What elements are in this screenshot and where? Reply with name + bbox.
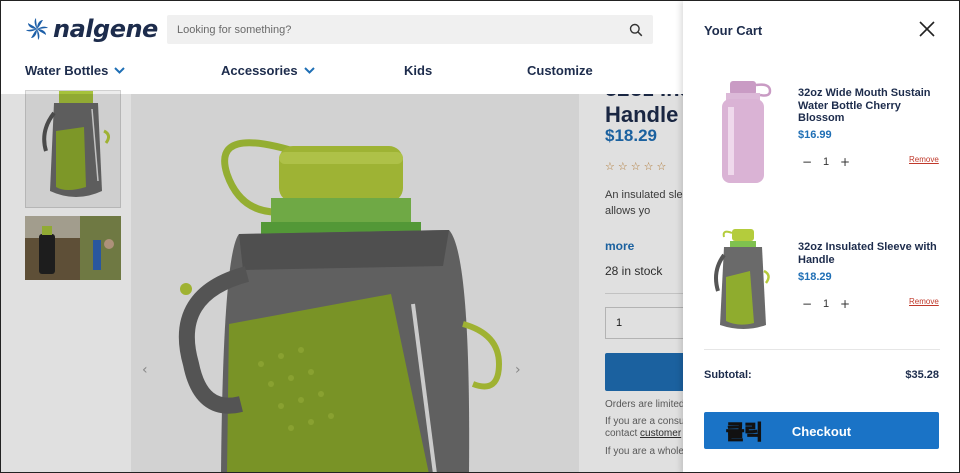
product-thumbnail[interactable] (25, 216, 121, 280)
nav-item-label: Customize (527, 63, 593, 78)
product-title: 32oz Ins Handle (605, 94, 685, 128)
quantity-stepper: − 1 + (800, 155, 852, 169)
search-icon[interactable] (629, 23, 643, 37)
nalgene-logo[interactable]: nalgene (25, 15, 158, 43)
rating-stars[interactable]: ☆☆☆☆☆ (605, 160, 669, 173)
logo-wordmark: nalgene (53, 15, 158, 43)
remove-item-link[interactable]: Remove (909, 155, 939, 164)
insulated-sleeve-image (131, 94, 579, 472)
nav-item-accessories[interactable]: Accessories (221, 63, 315, 78)
divider (605, 293, 685, 294)
purchase-notes: Orders are limited If you are a consu co… (605, 399, 685, 458)
nav-item-label: Water Bottles (25, 63, 109, 78)
customer-service-link[interactable]: customer (640, 428, 681, 439)
chevron-down-icon (114, 67, 126, 74)
decrement-button[interactable]: − (800, 155, 814, 169)
pinwheel-logo-icon (26, 18, 48, 40)
nav-item-kids[interactable]: Kids (404, 63, 432, 78)
note-contact: contact customer (605, 428, 685, 440)
search-bar (167, 15, 653, 44)
lifestyle-thumbnail-image (25, 216, 121, 280)
product-page: nalgene Water Bottles Accessories Kids C (0, 0, 960, 473)
checkout-label: Checkout (791, 424, 852, 439)
note-wholesale: If you are a whole (605, 446, 684, 457)
read-more-link[interactable]: more (605, 239, 634, 253)
search-input[interactable] (177, 23, 629, 36)
product-content: ‹ › 32oz Ins Handle $18.29 ☆☆☆☆☆ An insu… (1, 90, 685, 472)
product-price: $18.29 (605, 126, 657, 145)
quantity-stepper: − 1 + (800, 297, 852, 311)
stock-status: 28 in stock (605, 264, 663, 278)
quantity-value[interactable]: 1 (814, 298, 838, 310)
checkout-button[interactable]: 클릭 Checkout (704, 412, 939, 449)
cart-item-image[interactable] (704, 221, 784, 341)
main-nav: Water Bottles Accessories Kids Customize (1, 63, 681, 83)
increment-button[interactable]: + (838, 155, 852, 169)
prev-image-arrow[interactable]: ‹ (142, 362, 148, 378)
remove-item-link[interactable]: Remove (909, 297, 939, 306)
add-to-cart-button[interactable] (605, 353, 685, 391)
note-limit: Orders are limited (605, 399, 685, 410)
sleeve-thumbnail-image (26, 91, 120, 207)
note-consumer: If you are a consu (605, 416, 685, 427)
product-info: 32oz Ins Handle $18.29 ☆☆☆☆☆ An insulate… (605, 94, 685, 472)
product-thumbnail[interactable] (25, 90, 121, 208)
nav-item-label: Accessories (221, 63, 298, 78)
close-icon[interactable] (917, 19, 937, 39)
cart-item-price: $18.29 (798, 271, 832, 283)
note-contact-text: contact (605, 428, 638, 439)
quantity-input[interactable]: 1 (605, 307, 685, 339)
product-title-line: Handle (605, 102, 679, 127)
decrement-button[interactable]: − (800, 297, 814, 311)
nav-item-customize[interactable]: Customize (527, 63, 593, 78)
product-description: An insulated sle refreshing temp handle … (605, 189, 685, 217)
product-title-line: 32oz Ins (605, 94, 685, 102)
quantity-value[interactable]: 1 (814, 156, 838, 168)
divider (704, 349, 940, 350)
increment-button[interactable]: + (838, 297, 852, 311)
cart-item-price: $16.99 (798, 129, 832, 141)
cart-item-name[interactable]: 32oz Wide Mouth Sustain Water Bottle Che… (798, 87, 948, 125)
subtotal-value: $35.28 (905, 369, 939, 381)
cart-item-name[interactable]: 32oz Insulated Sleeve with Handle (798, 241, 948, 266)
next-image-arrow[interactable]: › (515, 362, 521, 378)
main-product-image[interactable] (131, 94, 579, 472)
nav-item-label: Kids (404, 63, 433, 78)
cart-title: Your Cart (704, 23, 763, 38)
cart-drawer: Your Cart 32oz Wide Mouth Sustain Water … (683, 1, 959, 472)
nav-item-water-bottles[interactable]: Water Bottles (25, 63, 126, 78)
chevron-down-icon (303, 67, 315, 74)
cart-item-image[interactable] (704, 73, 784, 193)
subtotal-label: Subtotal: (704, 369, 752, 381)
